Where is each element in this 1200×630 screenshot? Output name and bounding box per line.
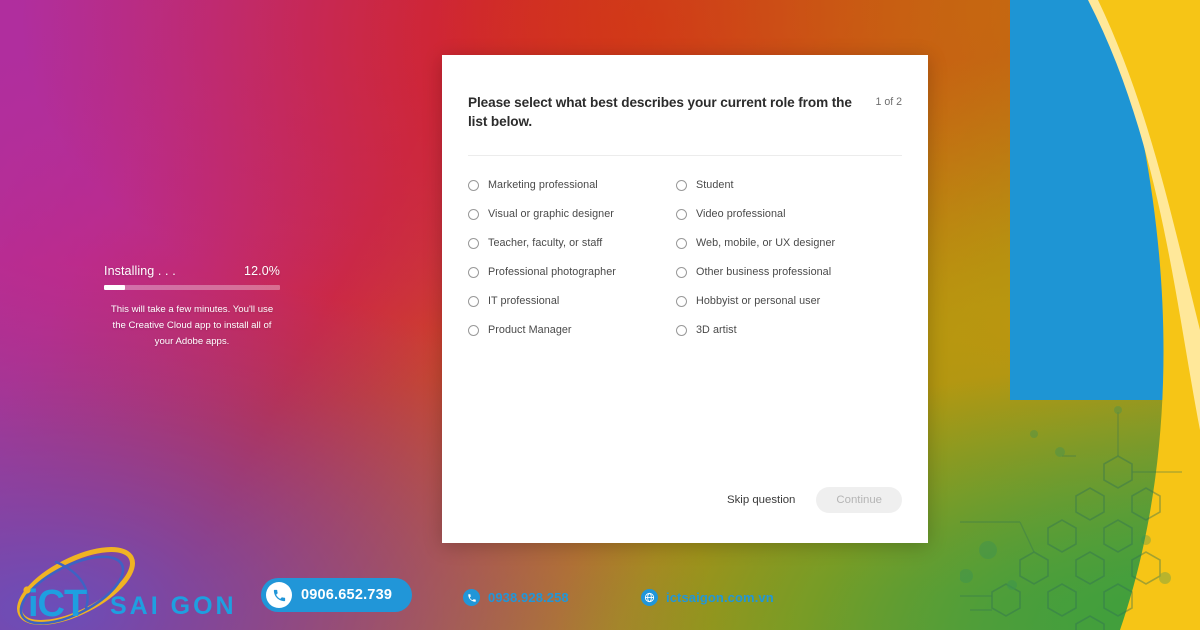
phone-icon [463, 589, 480, 606]
contact-banner: iCT SAI GON 0906.652.739 0938.928.258 ic… [0, 547, 1200, 630]
role-option-label: Hobbyist or personal user [696, 295, 821, 308]
role-option[interactable]: Hobbyist or personal user [676, 287, 902, 316]
radio-button-icon[interactable] [676, 295, 687, 307]
role-option-label: Marketing professional [488, 179, 598, 192]
role-option[interactable]: Video professional [676, 200, 902, 229]
role-option-label: Teacher, faculty, or staff [488, 237, 603, 250]
radio-button-icon[interactable] [468, 237, 479, 249]
role-option-label: Student [696, 179, 734, 192]
installer-status-row: Installing . . . 12.0% [104, 264, 280, 278]
radio-button-icon[interactable] [676, 179, 687, 191]
role-option-label: Product Manager [488, 324, 572, 337]
continue-button[interactable]: Continue [816, 487, 902, 513]
skip-question-button[interactable]: Skip question [725, 490, 797, 510]
installer-progress-panel: Installing . . . 12.0% This will take a … [104, 264, 280, 349]
role-option[interactable]: Professional photographer [468, 258, 676, 287]
role-option[interactable]: 3D artist [676, 316, 902, 345]
progress-bar-track [104, 285, 280, 290]
radio-button-icon[interactable] [468, 295, 479, 307]
role-options-group: Marketing professional Visual or graphic … [468, 171, 902, 345]
role-option[interactable]: Student [676, 171, 902, 200]
radio-button-icon[interactable] [468, 324, 479, 336]
role-option[interactable]: Visual or graphic designer [468, 200, 676, 229]
role-option[interactable]: Other business professional [676, 258, 902, 287]
header-divider [468, 154, 902, 156]
role-option-label: Video professional [696, 208, 786, 221]
radio-button-icon[interactable] [468, 208, 479, 220]
role-option-label: IT professional [488, 295, 560, 308]
role-option[interactable]: Web, mobile, or UX designer [676, 229, 902, 258]
installer-note-text: This will take a few minutes. You'll use… [110, 304, 274, 347]
globe-icon [641, 589, 658, 606]
phone-icon [266, 582, 292, 608]
role-option[interactable]: IT professional [468, 287, 676, 316]
primary-phone-number: 0906.652.739 [301, 587, 393, 603]
role-option[interactable]: Product Manager [468, 316, 676, 345]
role-option-label: Professional photographer [488, 266, 616, 279]
role-survey-dialog: Please select what best describes your c… [442, 55, 928, 543]
radio-button-icon[interactable] [676, 237, 687, 249]
radio-button-icon[interactable] [676, 266, 687, 278]
radio-button-icon[interactable] [468, 179, 479, 191]
radio-button-icon[interactable] [676, 324, 687, 336]
screen: Installing . . . 12.0% This will take a … [0, 0, 1200, 630]
role-option-label: Web, mobile, or UX designer [696, 237, 836, 250]
primary-phone-pill[interactable]: 0906.652.739 [261, 578, 413, 612]
website-url: ictsaigon.com.vn [666, 590, 774, 605]
radio-button-icon[interactable] [468, 266, 479, 278]
svg-text:iCT: iCT [28, 583, 87, 625]
dialog-header: Please select what best describes your c… [468, 93, 902, 132]
role-option[interactable]: Marketing professional [468, 171, 676, 200]
progress-bar-fill [104, 285, 126, 290]
website-item[interactable]: ictsaigon.com.vn [641, 589, 774, 606]
installing-percent-label: 12.0% [244, 264, 280, 278]
dialog-title: Please select what best describes your c… [468, 95, 852, 130]
radio-button-icon[interactable] [676, 208, 687, 220]
role-option-label: 3D artist [696, 324, 737, 337]
role-option-label: Other business professional [696, 266, 832, 279]
secondary-phone-number: 0938.928.258 [488, 590, 569, 605]
svg-text:SAI GON: SAI GON [110, 592, 236, 620]
role-option-label: Visual or graphic designer [488, 208, 614, 221]
step-counter: 1 of 2 [875, 96, 902, 108]
ict-saigon-logo: iCT SAI GON [17, 547, 236, 625]
installing-status-label: Installing . . . [104, 264, 176, 278]
secondary-phone-item[interactable]: 0938.928.258 [463, 589, 569, 606]
dialog-footer: Skip question Continue [468, 487, 902, 543]
role-option[interactable]: Teacher, faculty, or staff [468, 229, 676, 258]
